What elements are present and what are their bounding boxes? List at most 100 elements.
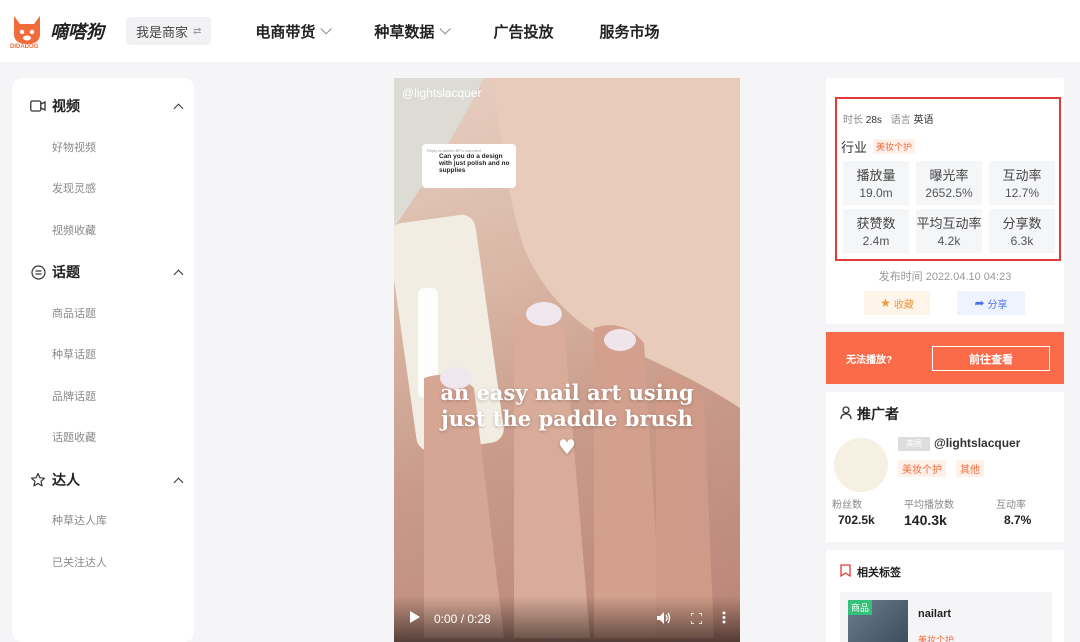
top-header: DIDADOG 嘀嗒狗 我是商家 ⇄ 电商带货 种草数据 广告投放 服务市场: [0, 0, 1080, 62]
stat-cell: 互动率 12.7%: [989, 161, 1055, 205]
caption-line: an easy nail art using: [440, 380, 694, 405]
nav-label: 种草数据: [374, 23, 435, 41]
industry-label: 行业: [841, 140, 868, 155]
stat-value: 19.0m: [859, 186, 893, 200]
chevron-down-icon: [439, 23, 452, 35]
related-title: 相关标签: [840, 564, 901, 580]
product-badge: 商品: [848, 600, 873, 615]
language-label: 语言: [890, 115, 911, 126]
nav-label: 电商带货: [255, 23, 316, 41]
promoter-stat-value: 8.7%: [1004, 513, 1032, 527]
bookmark-icon: [840, 564, 851, 580]
sidebar-section-topic[interactable]: 话题: [30, 262, 184, 282]
more-icon[interactable]: [722, 611, 726, 627]
user-icon: [840, 405, 852, 423]
volume-icon[interactable]: [657, 611, 671, 627]
sidebar-item[interactable]: 视频收藏: [52, 222, 96, 238]
nav-service-market[interactable]: 服务市场: [599, 21, 659, 42]
duration-value: 28s: [865, 115, 882, 126]
favorite-button[interactable]: ★ 收藏: [864, 291, 930, 315]
promoter-stat-value: 702.5k: [838, 513, 875, 527]
cannot-play-text: 无法播放?: [846, 355, 893, 366]
stat-cell: 曝光率 2652.5%: [916, 161, 982, 205]
stat-cell: 平均互动率 4.2k: [916, 209, 982, 253]
chevron-up-icon: [173, 477, 184, 487]
industry-row: 行业 美妆个护: [841, 137, 916, 156]
fullscreen-icon[interactable]: [690, 611, 703, 627]
nav-label: 广告投放: [493, 23, 554, 41]
chevron-up-icon: [173, 269, 184, 279]
video-caption: an easy nail art using just the paddle b…: [394, 380, 740, 460]
stat-cell: 播放量 19.0m: [843, 161, 909, 205]
heart-icon: ♥: [558, 435, 576, 459]
brand-name: 嘀嗒狗: [50, 22, 104, 42]
cannot-play-banner: 无法播放? 前往查看: [826, 332, 1064, 384]
stat-label: 平均互动率: [916, 216, 982, 231]
play-icon[interactable]: [410, 610, 420, 628]
duration-label: 时长: [843, 115, 863, 126]
stat-value: 4.2k: [937, 234, 961, 248]
stat-label: 播放量: [856, 168, 896, 183]
promoter-stat-label: 粉丝数: [832, 500, 862, 511]
sidebar-item[interactable]: 好物视频: [52, 139, 96, 155]
sidebar-item[interactable]: 发现灵感: [52, 180, 96, 196]
avatar[interactable]: [834, 438, 888, 492]
stats-grid: 播放量 19.0m 曝光率 2652.5% 互动率 12.7% 获赞数 2.4m 平均互…: [843, 161, 1055, 253]
promoter-stat-value: 140.3k: [904, 512, 947, 528]
nav-ads[interactable]: 广告投放: [493, 21, 553, 42]
chevron-down-icon: [320, 23, 333, 35]
share-icon: ➦: [974, 296, 985, 310]
stat-label: 互动率: [1002, 168, 1042, 183]
nav-ecommerce[interactable]: 电商带货: [255, 21, 333, 42]
video-player[interactable]: @lightslacquer Reply to ashlee.BP's comm…: [394, 78, 740, 642]
dog-logo-icon: DIDADOG: [8, 10, 46, 52]
related-title-label: 相关标签: [857, 567, 901, 579]
bubble-question: Can you do a design with just polish and…: [439, 153, 510, 174]
go-view-button[interactable]: 前往查看: [932, 346, 1050, 371]
region-tag: 美国: [898, 437, 930, 451]
sidebar-item[interactable]: 品牌话题: [52, 388, 96, 404]
sidebar-item[interactable]: 种草话题: [52, 346, 96, 362]
share-button[interactable]: ➦ 分享: [957, 291, 1025, 315]
sidebar-item[interactable]: 商品话题: [52, 305, 96, 321]
sidebar-item[interactable]: 种草达人库: [52, 512, 107, 528]
sidebar-section-influencer[interactable]: 达人: [30, 470, 184, 490]
related-tags-card: 相关标签 商品 nailart 美妆个护: [826, 550, 1064, 642]
industry-tag: 美妆个护: [873, 139, 916, 154]
caption-line: just the paddle brush: [441, 406, 693, 431]
stat-value: 6.3k: [1010, 234, 1034, 248]
tag-category: 美妆个护: [918, 635, 955, 642]
brand-sub-label: DIDADOG: [10, 44, 39, 50]
merchant-switch[interactable]: 我是商家 ⇄: [126, 17, 212, 45]
stat-value: 12.7%: [1004, 186, 1040, 200]
sidebar: 视频 好物视频 发现灵感 视频收藏 话题 商品话题 种草话题 品牌话题 话题收藏…: [12, 78, 194, 642]
switch-icon: ⇄: [193, 25, 202, 37]
related-tag-item[interactable]: 商品 nailart 美妆个护: [840, 592, 1052, 642]
promoter-stat-label: 互动率: [996, 500, 1026, 511]
promoter-name[interactable]: @lightslacquer: [934, 436, 1020, 450]
favorite-label: 收藏: [893, 299, 914, 311]
reply-bubble: Reply to ashlee.BP's comment Can you do …: [422, 144, 516, 188]
merchant-label: 我是商家: [136, 24, 189, 40]
nav-seeding-data[interactable]: 种草数据: [374, 21, 452, 42]
video-handle: @lightslacquer: [402, 86, 482, 100]
stat-value: 2.4m: [862, 234, 890, 248]
promoter-stat-label: 平均播放数: [904, 500, 954, 511]
topic-icon: [30, 264, 46, 280]
stat-value: 2652.5%: [925, 186, 973, 200]
sidebar-item[interactable]: 话题收藏: [52, 429, 96, 445]
promoter-tag: 美妆个护: [898, 460, 946, 477]
video-info-highlight: 时长 28s 语言 英语 行业 美妆个护 播放量 19.0m 曝光率 2652.5%…: [835, 97, 1061, 261]
language-value: 英语: [913, 115, 934, 126]
video-meta: 时长 28s 语言 英语: [843, 111, 939, 126]
logo[interactable]: DIDADOG 嘀嗒狗: [8, 10, 118, 52]
nav-label: 服务市场: [599, 23, 660, 41]
star-icon: [30, 472, 46, 488]
section-label: 达人: [52, 472, 80, 488]
promoter-card: 推广者 美国 @lightslacquer 美妆个护 其他 粉丝数 平均播放数 …: [826, 392, 1064, 542]
video-icon: [30, 98, 46, 114]
sidebar-section-video[interactable]: 视频: [30, 96, 184, 116]
publish-time: 发布时间 2022.04.10 04:23: [878, 271, 1012, 283]
stat-label: 分享数: [1002, 216, 1042, 231]
sidebar-item[interactable]: 已关注达人: [52, 554, 107, 570]
